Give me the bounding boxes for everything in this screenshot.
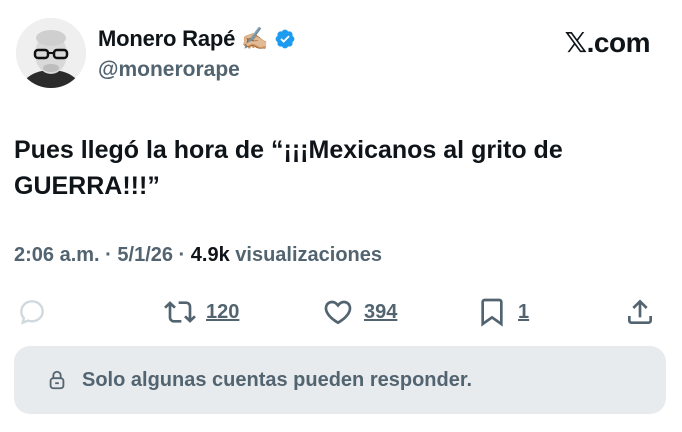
tweet-text: Pues llegó la hora de “¡¡¡Mexicanos al g… <box>14 136 563 200</box>
reply-icon <box>20 300 44 325</box>
tweet-actions-bar: 120 394 1 <box>14 292 664 332</box>
retweet-count[interactable]: 120 <box>206 301 239 324</box>
views-count: 4.9k <box>190 244 230 266</box>
reply-button[interactable] <box>16 292 48 332</box>
retweet-button[interactable]: 120 <box>164 292 239 332</box>
x-logo-icon: 𝕏 <box>564 26 588 59</box>
reply-restriction-banner: Solo algunas cuentas pueden responder. <box>14 346 666 414</box>
reply-restriction-text: Solo algunas cuentas pueden responder. <box>82 368 473 391</box>
like-count[interactable]: 394 <box>364 301 397 324</box>
retweet-icon <box>164 301 196 323</box>
bookmark-icon <box>481 298 503 327</box>
bookmark-button[interactable]: 1 <box>476 292 529 332</box>
author-display-name[interactable]: Monero Rapé <box>98 26 235 52</box>
share-button[interactable] <box>624 292 656 332</box>
tweet-time[interactable]: 2:06 a.m. <box>14 244 100 266</box>
share-icon <box>628 299 652 324</box>
bookmark-count[interactable]: 1 <box>518 301 529 324</box>
writing-hand-emoji: ✍🏼 <box>241 26 269 51</box>
heart-icon <box>324 300 352 325</box>
verified-badge-icon[interactable] <box>274 28 296 50</box>
meta-separator: · <box>99 244 118 266</box>
tweet-meta: 2:06 a.m. · 5/1/26 · 4.9k visualizacione… <box>14 244 382 267</box>
meta-separator: · <box>173 244 191 266</box>
tweet-date[interactable]: 5/1/26 <box>117 244 173 266</box>
author-display-name-row[interactable]: Monero Rapé ✍🏼 <box>98 26 296 52</box>
avatar[interactable] <box>16 18 86 88</box>
views-label: visualizaciones <box>229 244 383 266</box>
brand-suffix: .com <box>586 27 651 58</box>
lock-icon <box>49 370 65 390</box>
x-brand-logo: 𝕏.com <box>564 26 651 59</box>
like-button[interactable]: 394 <box>322 292 397 332</box>
author-handle[interactable]: @monerorape <box>98 58 240 82</box>
